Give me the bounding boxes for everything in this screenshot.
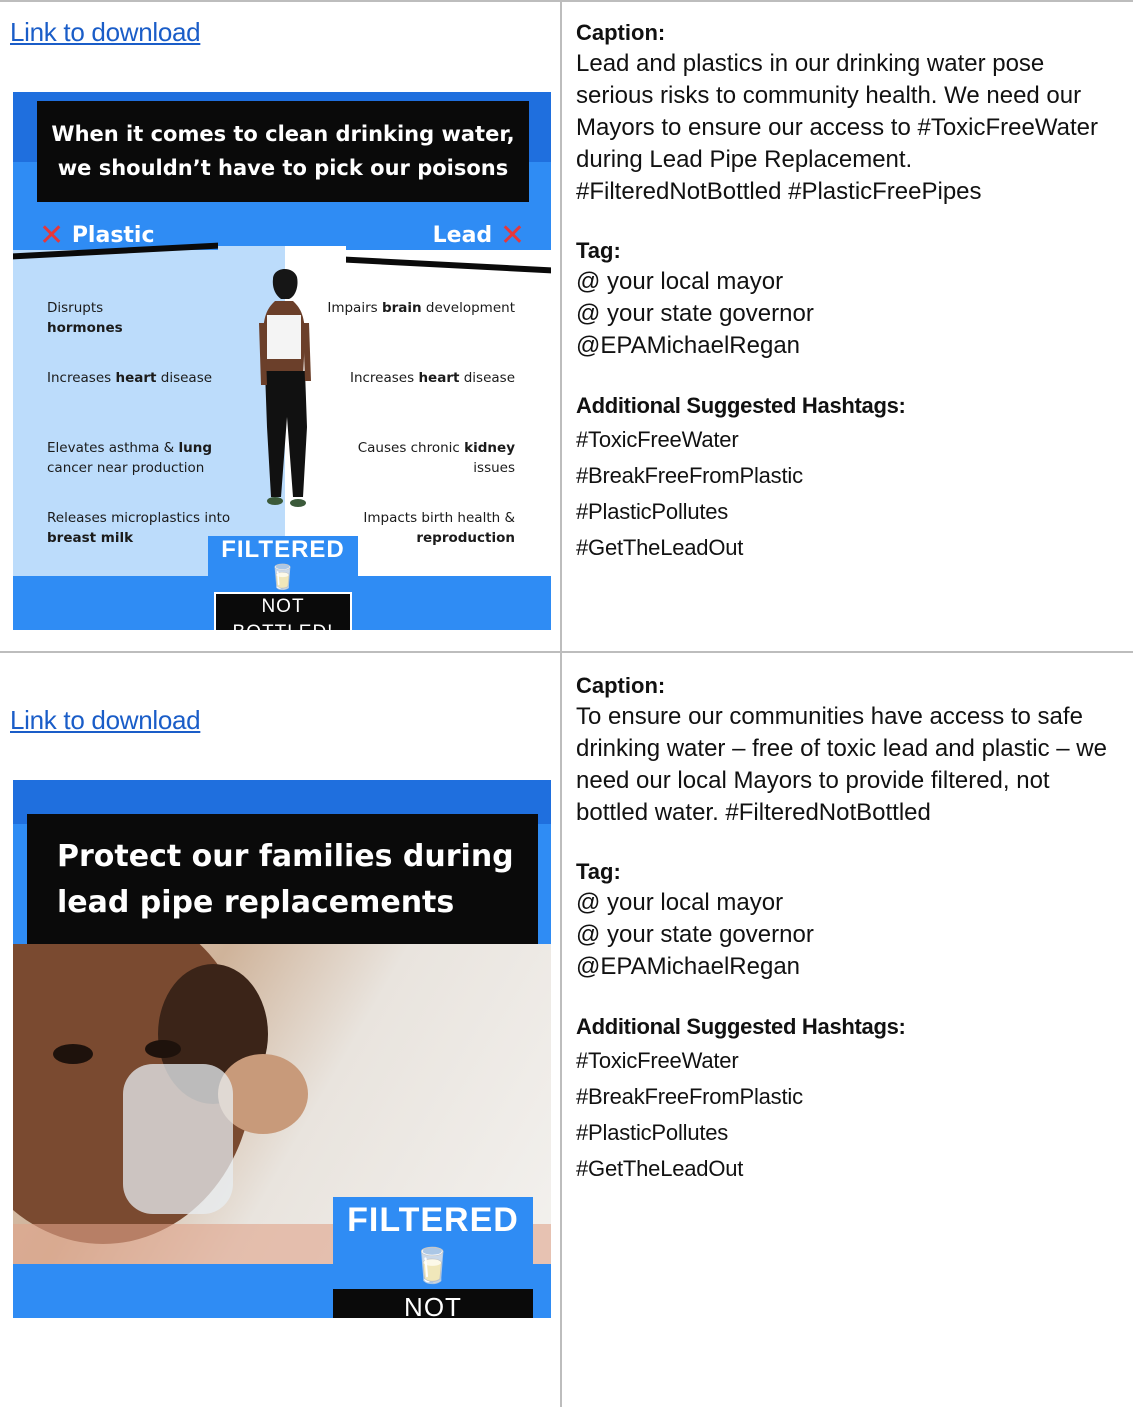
cup-icon: 🥛 — [267, 564, 299, 591]
woman-illustration — [259, 268, 311, 507]
hashtag: #BreakFreeFromPlastic — [576, 463, 803, 488]
plastic-label: ✕ Plastic — [39, 218, 155, 253]
filtered-not-bottled-logo: FILTERED 🥛 NOT BOTTLED! plasticpollution… — [208, 536, 358, 630]
document-table: Link to download When it comes to clean … — [0, 0, 1133, 1407]
plastic-item: Elevates asthma & lung cancer near produ… — [47, 440, 212, 476]
hashtag: #PlasticPollutes — [576, 1120, 729, 1145]
logo-filtered: FILTERED 🥛 — [208, 536, 358, 592]
x-mark-icon: ✕ — [39, 218, 65, 253]
caption-heading: Caption: — [576, 673, 666, 698]
plastic-item: Increases heart disease — [47, 370, 213, 386]
x-mark-icon: ✕ — [499, 218, 525, 253]
table-column-divider — [560, 0, 562, 1407]
post-copy-1: Caption: Lead and plastics in our drinki… — [576, 18, 1121, 566]
table-border-top — [0, 0, 1133, 2]
hashtag: #GetTheLeadOut — [576, 535, 744, 560]
graphic-protect-families: Protect our families during lead pipe re… — [13, 780, 551, 1318]
tag-line: @ your local mayor — [576, 268, 784, 295]
headline-line-1: Protect our families during — [57, 839, 514, 874]
hashtag: #BreakFreeFromPlastic — [576, 1084, 803, 1109]
lead-label-text: Lead — [432, 223, 493, 248]
headline-line-2: we shouldn’t have to pick our poisons — [57, 156, 509, 180]
download-link-1[interactable]: Link to download — [10, 17, 201, 48]
tag-line: @ your local mayor — [576, 889, 784, 916]
tag-line: @ your state governor — [576, 921, 814, 948]
tag-heading: Tag: — [576, 238, 621, 263]
graphic-headline: When it comes to clean drinking water, w… — [37, 101, 529, 202]
hashtag: #PlasticPollutes — [576, 499, 729, 524]
post-copy-2: Caption: To ensure our communities have … — [576, 671, 1121, 1187]
hashtag: #ToxicFreeWater — [576, 427, 739, 452]
plastic-label-text: Plastic — [71, 223, 155, 248]
download-link-2[interactable]: Link to download — [10, 705, 201, 736]
hashtag: #ToxicFreeWater — [576, 1048, 739, 1073]
logo-not-bottled: NOT BOTTLED! — [214, 592, 352, 630]
plastic-item: Disrupts hormones — [47, 300, 123, 336]
tag-heading: Tag: — [576, 859, 621, 884]
lead-item: Increases heart disease — [349, 370, 515, 386]
graphic-plastic-vs-lead: When it comes to clean drinking water, w… — [13, 92, 551, 630]
tag-line: @EPAMichaelRegan — [576, 332, 801, 359]
caption-heading: Caption: — [576, 20, 666, 45]
lead-item: Impairs brain development — [327, 300, 515, 316]
filtered-not-bottled-logo: FILTERED 🥛 NOT BOTTLED! plasticpollution… — [333, 1197, 533, 1318]
headline-line-1: When it comes to clean drinking water, — [51, 122, 515, 146]
hashtag: #GetTheLeadOut — [576, 1156, 744, 1181]
lead-label: Lead ✕ — [433, 218, 525, 253]
hashtags-heading: Additional Suggested Hashtags: — [576, 1014, 906, 1039]
table-row-divider — [0, 651, 1133, 653]
graphic-headline: Protect our families during lead pipe re… — [27, 814, 538, 944]
tag-line: @ your state governor — [576, 300, 814, 327]
logo-not-bottled: NOT BOTTLED! — [333, 1289, 533, 1318]
tag-line: @EPAMichaelRegan — [576, 953, 801, 980]
lead-item: Causes chronic kidney issues — [357, 440, 515, 476]
hashtags-heading: Additional Suggested Hashtags: — [576, 393, 906, 418]
caption-text: To ensure our communities have access to… — [576, 703, 1107, 826]
caption-text: Lead and plastics in our drinking water … — [576, 50, 1098, 205]
headline-line-2: lead pipe replacements — [57, 885, 455, 920]
cup-icon: 🥛 — [411, 1247, 455, 1285]
logo-filtered: FILTERED 🥛 — [333, 1197, 533, 1289]
